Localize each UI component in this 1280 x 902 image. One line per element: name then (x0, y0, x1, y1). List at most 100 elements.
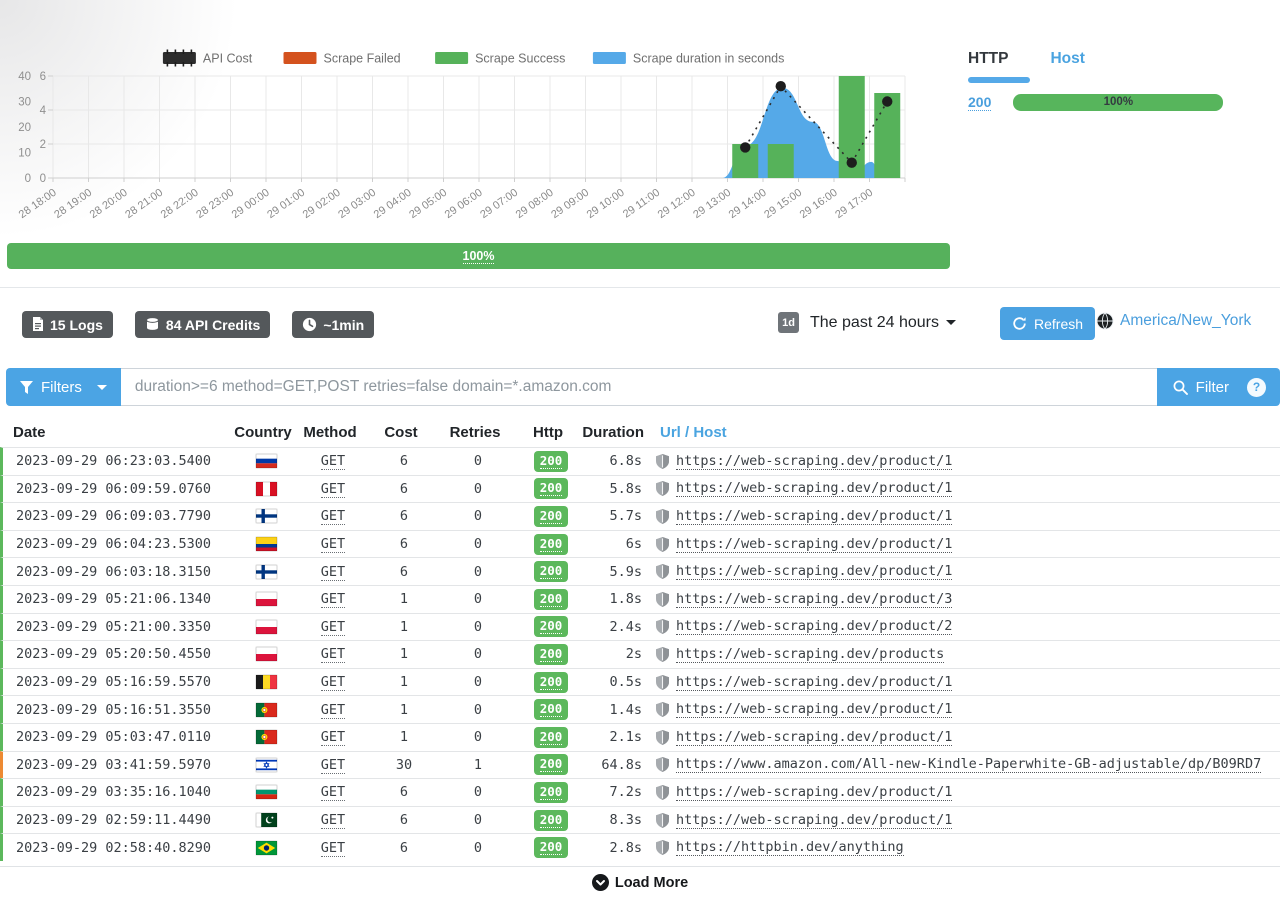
log-method[interactable]: GET (297, 729, 369, 745)
table-row[interactable]: 2023-09-29 06:04:23.5300 GET 6 0 200 6s … (0, 530, 1280, 558)
log-http-status[interactable]: 200 (517, 754, 585, 775)
active-tab-underline (968, 77, 1030, 83)
log-method[interactable]: GET (297, 453, 369, 469)
table-row[interactable]: 2023-09-29 05:16:59.5570 GET 1 0 200 0.5… (0, 668, 1280, 696)
log-method[interactable]: GET (297, 674, 369, 690)
table-row[interactable]: 2023-09-29 05:20:50.4550 GET 1 0 200 2s … (0, 640, 1280, 668)
svg-text:0: 0 (40, 173, 46, 185)
log-method[interactable]: GET (297, 536, 369, 552)
log-http-status[interactable]: 200 (517, 672, 585, 693)
log-http-status[interactable]: 200 (517, 699, 585, 720)
col-header-country: Country (232, 424, 294, 441)
table-row[interactable]: 2023-09-29 03:41:59.5970 GET 30 1 200 64… (0, 751, 1280, 779)
log-http-status[interactable]: 200 (517, 810, 585, 831)
log-url-link[interactable]: https://web-scraping.dev/product/2 (676, 618, 952, 635)
log-url-link[interactable]: https://httpbin.dev/anything (676, 839, 904, 856)
log-method[interactable]: GET (297, 812, 369, 828)
timezone-link[interactable]: America/New_York (1120, 312, 1251, 330)
table-row[interactable]: 2023-09-29 02:58:40.8290 GET 6 0 200 2.8… (0, 833, 1280, 861)
svg-text:Scrape Failed: Scrape Failed (324, 52, 401, 66)
log-url-link[interactable]: https://web-scraping.dev/product/1 (676, 729, 952, 746)
log-http-status[interactable]: 200 (517, 837, 585, 858)
svg-text:29 02:00: 29 02:00 (301, 187, 343, 221)
tab-host[interactable]: Host (1050, 50, 1084, 68)
log-http-status[interactable]: 200 (517, 506, 585, 527)
table-row[interactable]: 2023-09-29 06:03:18.3150 GET 6 0 200 5.9… (0, 557, 1280, 585)
log-method[interactable]: GET (297, 784, 369, 800)
log-cost: 1 (369, 729, 439, 745)
country-flag-icon (256, 675, 277, 689)
help-button[interactable]: ? (1247, 378, 1266, 397)
activity-chart: 010203040024628 18:0028 19:0028 20:0028 … (5, 44, 953, 252)
shield-icon (656, 730, 669, 745)
log-url-link[interactable]: https://www.amazon.com/All-new-Kindle-Pa… (676, 756, 1261, 773)
log-url-link[interactable]: https://web-scraping.dev/product/1 (676, 536, 952, 553)
log-http-status[interactable]: 200 (517, 451, 585, 472)
svg-text:29 03:00: 29 03:00 (336, 187, 378, 221)
log-retries: 0 (439, 812, 517, 828)
range-dropdown[interactable]: The past 24 hours (810, 314, 956, 332)
table-row[interactable]: 2023-09-29 05:03:47.0110 GET 1 0 200 2.1… (0, 723, 1280, 751)
log-url-cell: https://httpbin.dev/anything (651, 839, 1280, 856)
log-url-link[interactable]: https://web-scraping.dev/product/1 (676, 701, 952, 718)
country-flag-icon (256, 620, 277, 634)
filter-query-input[interactable] (121, 368, 1157, 406)
load-more-button[interactable]: Load More (0, 866, 1280, 891)
country-flag-icon (256, 509, 277, 523)
log-http-status[interactable]: 200 (517, 478, 585, 499)
logs-table: Date Country Method Cost Retries Http Du… (0, 418, 1280, 861)
log-http-status[interactable]: 200 (517, 644, 585, 665)
table-row[interactable]: 2023-09-29 03:35:16.1040 GET 6 0 200 7.2… (0, 778, 1280, 806)
log-cost: 6 (369, 481, 439, 497)
shield-icon (656, 481, 669, 496)
col-header-cost: Cost (366, 424, 436, 441)
table-row[interactable]: 2023-09-29 05:21:06.1340 GET 1 0 200 1.8… (0, 585, 1280, 613)
api-credits-badge: 84 API Credits (135, 311, 270, 338)
log-url-link[interactable]: https://web-scraping.dev/product/1 (676, 563, 952, 580)
log-url-link[interactable]: https://web-scraping.dev/product/1 (676, 508, 952, 525)
log-method[interactable]: GET (297, 702, 369, 718)
log-date: 2023-09-29 05:20:50.4550 (3, 646, 235, 662)
log-url-link[interactable]: https://web-scraping.dev/product/1 (676, 453, 952, 470)
scrape-log-dashboard: 010203040024628 18:0028 19:0028 20:0028 … (0, 0, 1280, 902)
log-http-status[interactable]: 200 (517, 727, 585, 748)
log-method[interactable]: GET (297, 564, 369, 580)
log-http-status[interactable]: 200 (517, 616, 585, 637)
log-http-status[interactable]: 200 (517, 782, 585, 803)
log-http-status[interactable]: 200 (517, 561, 585, 582)
log-url-link[interactable]: https://web-scraping.dev/product/1 (676, 812, 952, 829)
table-row[interactable]: 2023-09-29 05:16:51.3550 GET 1 0 200 1.4… (0, 695, 1280, 723)
table-row[interactable]: 2023-09-29 02:59:11.4490 GET 6 0 200 8.3… (0, 806, 1280, 834)
log-url-link[interactable]: https://web-scraping.dev/product/1 (676, 480, 952, 497)
log-method[interactable]: GET (297, 840, 369, 856)
log-duration: 1.8s (585, 591, 651, 607)
refresh-button[interactable]: Refresh (1000, 307, 1095, 340)
table-row[interactable]: 2023-09-29 06:09:03.7790 GET 6 0 200 5.7… (0, 502, 1280, 530)
log-date: 2023-09-29 05:16:59.5570 (3, 674, 235, 690)
table-row[interactable]: 2023-09-29 06:23:03.5400 GET 6 0 200 6.8… (0, 447, 1280, 475)
log-url-cell: https://web-scraping.dev/product/1 (651, 729, 1280, 746)
tab-http[interactable]: HTTP (968, 50, 1008, 68)
log-http-status[interactable]: 200 (517, 534, 585, 555)
log-url-link[interactable]: https://web-scraping.dev/product/3 (676, 591, 952, 608)
col-header-url-host[interactable]: Url / Host (648, 424, 1280, 441)
log-url-link[interactable]: https://web-scraping.dev/products (676, 646, 944, 663)
table-row[interactable]: 2023-09-29 05:21:00.3350 GET 1 0 200 2.4… (0, 613, 1280, 641)
table-row[interactable]: 2023-09-29 06:09:59.0760 GET 6 0 200 5.8… (0, 475, 1280, 503)
log-url-link[interactable]: https://web-scraping.dev/product/1 (676, 674, 952, 691)
log-method[interactable]: GET (297, 481, 369, 497)
log-http-status[interactable]: 200 (517, 589, 585, 610)
log-method[interactable]: GET (297, 619, 369, 635)
log-method[interactable]: GET (297, 508, 369, 524)
filters-dropdown-button[interactable]: Filters (6, 368, 121, 406)
log-url-link[interactable]: https://web-scraping.dev/product/1 (676, 784, 952, 801)
http-code-link[interactable]: 200 (968, 94, 991, 111)
log-country (235, 785, 297, 799)
apply-filter-button[interactable]: Filter ? (1157, 368, 1280, 406)
log-method[interactable]: GET (297, 757, 369, 773)
log-method[interactable]: GET (297, 591, 369, 607)
log-duration: 5.7s (585, 508, 651, 524)
success-rate-bar: 100% (7, 243, 950, 269)
log-method[interactable]: GET (297, 646, 369, 662)
svg-text:2: 2 (40, 139, 46, 151)
